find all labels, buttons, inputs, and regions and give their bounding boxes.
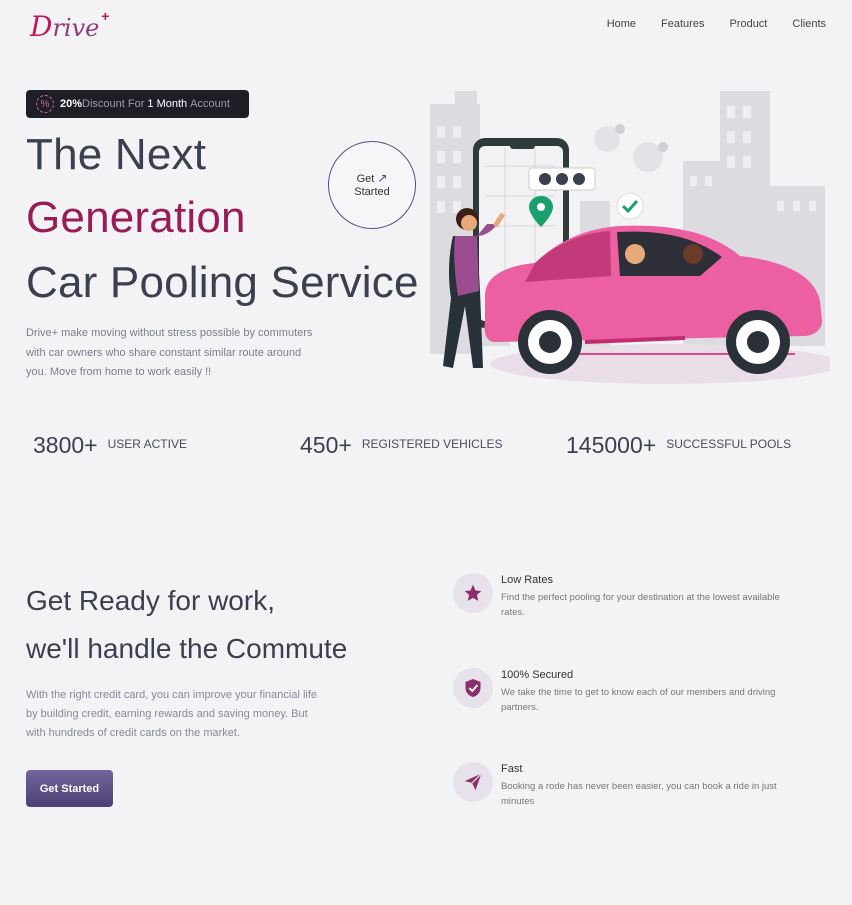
hero-title-line1: The Next [26,130,207,179]
discount-text: Discount For [82,98,145,110]
discount-account: Account [190,98,230,110]
paper-plane-icon [453,762,493,802]
feature-text: Find the perfect pooling for your destin… [501,592,780,618]
cta-line1: Get [356,172,375,185]
logo-d: D [30,10,53,43]
main-nav: Home Features Product Clients [582,18,826,30]
stat-users: 3800+ USER ACTIVE [33,432,187,459]
stat-pools: 145000+ SUCCESSFUL POOLS [566,432,791,459]
stat-pools-value: 145000+ [566,432,657,458]
section2-description: With the right credit card, you can impr… [26,689,318,739]
cta-line2: Started [354,185,390,198]
nav-features[interactable]: Features [661,18,704,30]
nav-clients[interactable]: Clients [792,18,826,30]
discount-badge: % 20% Discount For 1 Month Account [26,90,249,118]
discount-percent: 20% [60,98,83,110]
car-pooling-illustration [430,91,830,384]
feature-text: We take the time to get to know each of … [501,687,776,713]
stat-pools-label: SUCCESSFUL POOLS [666,436,792,451]
star-icon [453,573,493,613]
stat-vehicles-label: REGISTERED VEHICLES [361,436,503,451]
section2-heading-line2: we'll handle the Commute [26,633,348,664]
feature-title: 100% Secured [501,669,574,681]
feature-title: Fast [501,763,523,775]
feature-title: Low Rates [501,574,553,586]
hero-title-line2: Generation [26,193,246,242]
get-started-circle-button[interactable]: Get ↗ Started [328,141,416,229]
nav-home[interactable]: Home [607,18,636,30]
stat-users-label: USER ACTIVE [107,436,187,451]
logo-rest: riv [52,14,86,42]
feature-text: Booking a rode has never been easier, yo… [501,781,777,807]
arrow-up-right-icon: ↗ [377,170,388,185]
stat-vehicles-value: 450+ [300,432,352,458]
hero-description: Drive+ make moving without stress possib… [26,327,313,378]
get-started-button[interactable]: Get Started [26,770,113,807]
logo-plus: + [101,8,110,24]
section2-heading-line1: Get Ready for work, [26,585,275,616]
percent-badge-icon: % [36,95,54,113]
stat-vehicles: 450+ REGISTERED VEHICLES [300,432,503,459]
shield-check-icon [453,668,493,708]
stat-users-value: 3800+ [33,432,98,458]
nav-product[interactable]: Product [729,18,767,30]
brand-logo[interactable]: Drive + [30,8,109,43]
discount-duration: 1 Month [147,98,188,110]
logo-e: e [85,14,100,42]
hero-title-line3: Car Pooling Service [26,258,419,307]
